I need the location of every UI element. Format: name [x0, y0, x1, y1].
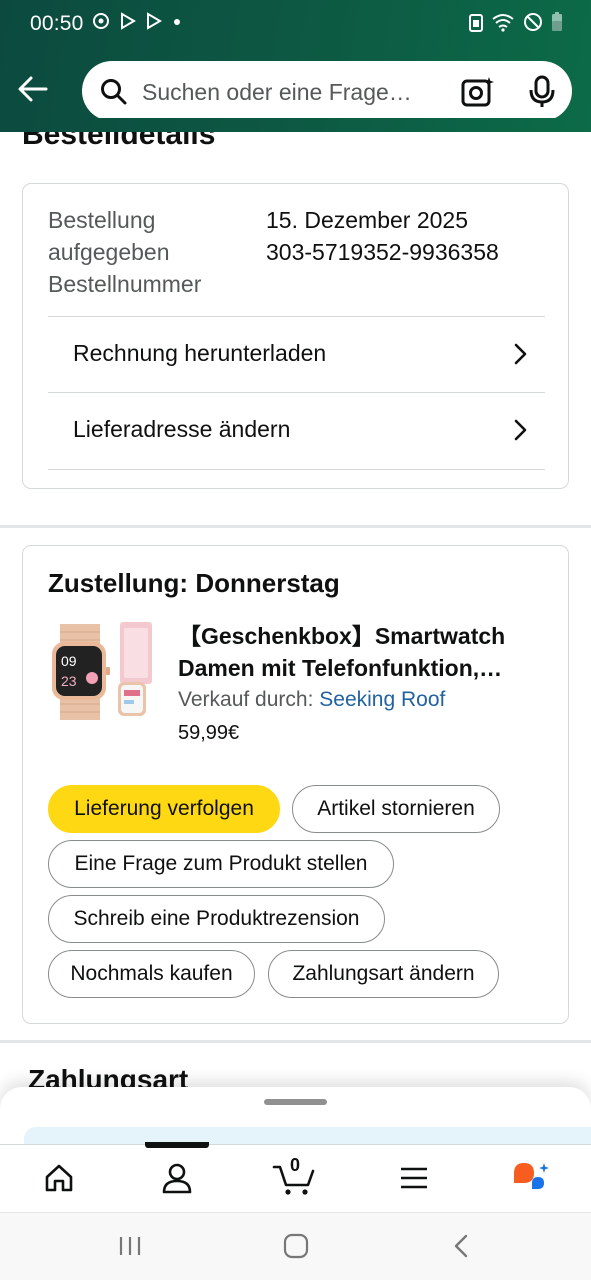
write-review-button[interactable]: Schreib eine Produktrezension: [48, 895, 385, 943]
watch-hour: 09: [61, 653, 77, 669]
nav-home[interactable]: [14, 1145, 104, 1213]
chevron-right-icon: [514, 419, 527, 441]
play-store-icon: [121, 12, 136, 30]
product-title[interactable]: 【Geschenkbox】Smartwatch Damen mit Telefo…: [178, 620, 548, 684]
home-icon: [45, 1164, 73, 1192]
account-icon: [162, 1163, 192, 1194]
order-number-value: 303-5719352-9936358: [266, 239, 499, 265]
track-delivery-button[interactable]: Lieferung verfolgen: [48, 785, 280, 833]
wifi-icon: [492, 14, 514, 32]
page-title: Bestelldetails: [22, 118, 216, 151]
seller-prefix: Verkauf durch:: [178, 688, 314, 711]
play-store-icon: [147, 12, 162, 30]
menu-icon: [401, 1167, 427, 1189]
back-icon[interactable]: [452, 1233, 470, 1259]
recents-icon[interactable]: [118, 1234, 142, 1258]
home-button-icon[interactable]: [283, 1233, 309, 1259]
section-divider: [0, 525, 591, 528]
chevron-right-icon: [514, 343, 527, 365]
order-number-label: Bestellnummer: [48, 271, 202, 297]
product-image[interactable]: 09 23: [48, 620, 158, 724]
search-icon: [101, 79, 127, 105]
seller-link[interactable]: Seeking Roof: [319, 688, 445, 711]
sheet-drag-handle[interactable]: [264, 1099, 327, 1105]
divider: [48, 469, 545, 470]
status-icons-right: [469, 12, 563, 32]
order-date-label: Bestellung aufgegeben: [48, 207, 170, 265]
buy-again-button[interactable]: Nochmals kaufen: [48, 950, 255, 998]
delivery-card: Zustellung: Donnerstag 09 23 【Geschenkbo…: [22, 545, 569, 1024]
change-payment-button[interactable]: Zahlungsart ändern: [268, 950, 499, 998]
nav-rufus[interactable]: [487, 1145, 577, 1213]
product-price: 59,99€: [178, 722, 240, 744]
order-date-value: 15. Dezember 2025: [266, 207, 469, 233]
dnd-icon: [524, 13, 542, 31]
seller-info: Verkauf durch: Seeking Roof: [178, 688, 445, 712]
section-divider: [0, 1040, 591, 1043]
order-info-values: 15. Dezember 2025 303-5719352-9936358: [266, 204, 566, 268]
download-invoice-label: Rechnung herunterladen: [73, 340, 327, 366]
cart-icon: [272, 1165, 315, 1195]
rufus-icon: [514, 1163, 549, 1189]
status-time: 00:50: [30, 12, 84, 35]
search-box[interactable]: [82, 61, 572, 121]
order-info-labels: Bestellung aufgegeben Bestellnummer: [48, 204, 238, 300]
back-arrow-icon[interactable]: [16, 74, 50, 104]
change-address-link[interactable]: Lieferadresse ändern: [48, 392, 545, 468]
system-nav-bar: [0, 1212, 591, 1280]
bottom-nav: 0: [0, 1144, 591, 1212]
nav-menu[interactable]: [369, 1145, 459, 1213]
microphone-icon[interactable]: [526, 75, 558, 109]
change-address-label: Lieferadresse ändern: [73, 416, 291, 442]
watch-minute: 23: [61, 673, 77, 689]
ask-product-question-button[interactable]: Eine Frage zum Produkt stellen: [48, 840, 394, 888]
nav-account[interactable]: [132, 1145, 222, 1213]
download-invoice-link[interactable]: Rechnung herunterladen: [48, 316, 545, 392]
sync-icon: [93, 13, 109, 29]
battery-icon: [552, 12, 562, 31]
order-details-card: Bestellung aufgegeben Bestellnummer 15. …: [22, 183, 569, 489]
nav-active-indicator: [145, 1142, 209, 1148]
search-input[interactable]: [142, 78, 442, 106]
app-header: 00:50: [0, 0, 591, 132]
product-title-line2: Damen mit Telefonfunktion,…: [178, 655, 503, 681]
delivery-title: Zustellung: Donnerstag: [48, 568, 340, 598]
cancel-item-button[interactable]: Artikel stornieren: [292, 785, 500, 833]
camera-lens-icon[interactable]: [460, 75, 496, 109]
status-icons-left: [92, 12, 182, 30]
product-title-line1: 【Geschenkbox】Smartwatch: [178, 623, 506, 649]
nav-cart[interactable]: 0: [250, 1145, 340, 1213]
data-saver-icon: [469, 14, 483, 32]
dot-icon: [174, 19, 180, 25]
status-bar: 00:50: [0, 0, 591, 46]
